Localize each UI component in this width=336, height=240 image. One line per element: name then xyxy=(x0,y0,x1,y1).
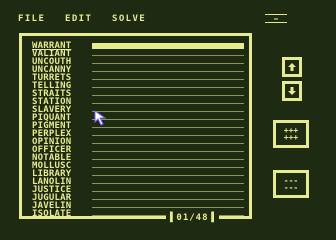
menu-edit[interactable]: EDIT xyxy=(65,14,92,24)
page-counter-text: 01/48 xyxy=(176,213,209,223)
list-item-line xyxy=(92,191,244,192)
menu-solve[interactable]: SOLVE xyxy=(112,14,146,24)
list-item-line xyxy=(92,143,244,144)
menu-file[interactable]: FILE xyxy=(18,14,45,24)
list-item-line xyxy=(92,43,244,49)
list-item-word: ISOLATE xyxy=(32,209,72,219)
list-item-line xyxy=(92,95,244,96)
word-list-panel: WARRANT VALIANT UNCOUTH UNCANNY TURRETS TELLI… xyxy=(19,33,252,219)
scroll-up-button[interactable] xyxy=(282,57,302,77)
list-item-line xyxy=(92,87,244,88)
up-arrow-icon xyxy=(288,63,296,71)
list-item-line xyxy=(92,175,244,176)
list-item-line xyxy=(92,55,244,56)
down-arrow-icon xyxy=(288,87,296,95)
list-item-line xyxy=(92,127,244,128)
list-item-line xyxy=(92,183,244,184)
status-indicator-icon: ═ xyxy=(265,14,287,23)
list-item-line xyxy=(92,151,244,152)
list-item-line xyxy=(92,167,244,168)
list-item-line xyxy=(92,199,244,200)
plus-icon: +++ +++ xyxy=(283,126,299,142)
page-counter: ▌01/48▐ xyxy=(166,212,219,224)
minus-icon: --- --- xyxy=(283,176,299,192)
list-item-line xyxy=(92,103,244,104)
list-item-line xyxy=(92,119,244,120)
remove-button[interactable]: --- --- xyxy=(273,170,309,198)
scroll-down-button[interactable] xyxy=(282,81,302,101)
list-item-line xyxy=(92,71,244,72)
list-item-line xyxy=(92,159,244,160)
list-item-line xyxy=(92,207,244,208)
word-list[interactable]: WARRANT VALIANT UNCOUTH UNCANNY TURRETS TELLI… xyxy=(32,42,244,219)
mouse-pointer-icon xyxy=(94,110,107,126)
list-item-line xyxy=(92,63,244,64)
list-item-line xyxy=(92,111,244,112)
add-button[interactable]: +++ +++ xyxy=(273,120,309,148)
list-item-line xyxy=(92,135,244,136)
list-item-line xyxy=(92,79,244,80)
